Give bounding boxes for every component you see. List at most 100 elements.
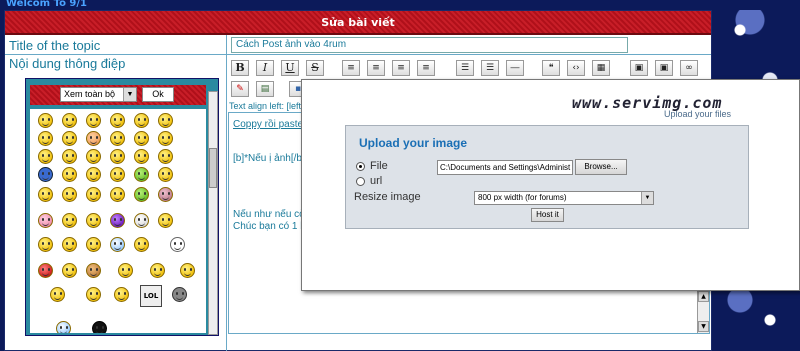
host-image-icon[interactable]: ▣ bbox=[655, 60, 673, 76]
pig-icon[interactable] bbox=[38, 213, 53, 228]
emoticon-category-value: Xem toàn bộ bbox=[64, 89, 116, 99]
lol-sign-icon[interactable]: LOL bbox=[140, 285, 162, 307]
emoticon-category-select[interactable]: Xem toàn bộ ▼ bbox=[60, 87, 137, 102]
smiley-icon[interactable] bbox=[62, 149, 77, 164]
smiley-icon[interactable] bbox=[134, 167, 149, 182]
smiley-icon[interactable] bbox=[62, 131, 77, 146]
smiley-icon[interactable] bbox=[158, 213, 173, 228]
code-icon[interactable]: ‹› bbox=[567, 60, 585, 76]
servimg-upload-popup: www.servimg.com Upload your files Upload… bbox=[301, 79, 800, 291]
smiley-icon[interactable] bbox=[134, 213, 149, 228]
file-path-input[interactable]: C:\Documents and Settings\Administ bbox=[437, 160, 573, 175]
bullet-list-icon[interactable]: ☰ bbox=[456, 60, 474, 76]
color-pencil-icon[interactable]: ✎ bbox=[231, 81, 249, 97]
resize-select[interactable]: 800 px width (for forums) ▼ bbox=[474, 191, 654, 205]
url-radio[interactable] bbox=[356, 177, 365, 186]
quote-icon[interactable]: ❝ bbox=[542, 60, 560, 76]
smiley-icon[interactable] bbox=[62, 213, 77, 228]
smiley-icon[interactable] bbox=[86, 187, 101, 202]
browse-button[interactable]: Browse... bbox=[575, 159, 627, 175]
smiley-icon[interactable] bbox=[110, 167, 125, 182]
url-label: url bbox=[370, 175, 383, 187]
smiley-icon[interactable] bbox=[118, 263, 133, 278]
pig-icon[interactable] bbox=[158, 187, 173, 202]
column-divider bbox=[226, 35, 227, 351]
emoticon-scrollbar[interactable] bbox=[208, 91, 218, 335]
smiley-icon[interactable] bbox=[134, 131, 149, 146]
lol-sign-label: LOL bbox=[143, 292, 159, 300]
smiley-icon[interactable] bbox=[62, 167, 77, 182]
smiley-icon[interactable] bbox=[38, 187, 53, 202]
film-icon[interactable]: ▤ bbox=[256, 81, 274, 97]
smiley-icon[interactable] bbox=[134, 113, 149, 128]
underline-button[interactable]: U bbox=[281, 60, 299, 76]
hand-icon[interactable] bbox=[170, 237, 185, 252]
editor-line: Coppy rồi paste bbox=[233, 119, 304, 130]
align-center-icon[interactable]: ≡ bbox=[367, 60, 385, 76]
sleep-icon[interactable] bbox=[110, 237, 125, 252]
smiley-icon[interactable] bbox=[150, 263, 165, 278]
smiley-icon[interactable] bbox=[134, 237, 149, 252]
file-label: File bbox=[370, 160, 388, 172]
smiley-icon[interactable] bbox=[62, 237, 77, 252]
smiley-icon[interactable] bbox=[134, 149, 149, 164]
link-icon[interactable]: ∞ bbox=[680, 60, 698, 76]
smiley-icon[interactable] bbox=[110, 149, 125, 164]
row-divider bbox=[5, 54, 711, 55]
smiley-icon[interactable] bbox=[158, 113, 173, 128]
upload-title: Upload your image bbox=[359, 136, 468, 150]
italic-button[interactable]: I bbox=[256, 60, 274, 76]
smiley-icon[interactable] bbox=[158, 131, 173, 146]
smiley-icon[interactable] bbox=[86, 131, 101, 146]
smiley-icon[interactable] bbox=[110, 131, 125, 146]
smiley-icon[interactable] bbox=[86, 287, 101, 302]
scroll-up-icon[interactable]: ▲ bbox=[698, 291, 709, 302]
reindeer-icon[interactable] bbox=[86, 263, 101, 278]
smiley-icon[interactable] bbox=[38, 113, 53, 128]
chevron-down-icon: ▼ bbox=[641, 192, 653, 204]
frog-icon[interactable] bbox=[134, 187, 149, 202]
smiley-icon[interactable] bbox=[86, 213, 101, 228]
smiley-icon[interactable] bbox=[110, 113, 125, 128]
topic-title-input[interactable]: Cách Post ảnh vào 4rum bbox=[231, 37, 628, 53]
host-it-button[interactable]: Host it bbox=[531, 208, 564, 222]
numbered-list-icon[interactable]: ☰ bbox=[481, 60, 499, 76]
smiley-icon[interactable] bbox=[62, 187, 77, 202]
strike-button[interactable]: S bbox=[306, 60, 324, 76]
smiley-icon[interactable] bbox=[92, 321, 107, 333]
smiley-icon[interactable] bbox=[86, 237, 101, 252]
horizontal-rule-icon[interactable]: ― bbox=[506, 60, 524, 76]
scrollbar-thumb[interactable] bbox=[209, 148, 217, 188]
smiley-icon[interactable] bbox=[86, 149, 101, 164]
editor-line: [b]*Nếu ị ảnh[/b bbox=[233, 153, 302, 164]
servimg-tagline: Upload your files bbox=[664, 109, 732, 119]
smiley-icon[interactable] bbox=[110, 187, 125, 202]
align-right-icon[interactable]: ≡ bbox=[392, 60, 410, 76]
site-title: Welcom To 9/1 bbox=[6, 0, 87, 9]
smiley-icon[interactable] bbox=[158, 149, 173, 164]
table-icon[interactable]: ▦ bbox=[592, 60, 610, 76]
smiley-icon[interactable] bbox=[110, 213, 125, 228]
smiley-icon[interactable] bbox=[38, 131, 53, 146]
image-icon[interactable]: ▣ bbox=[630, 60, 648, 76]
scroll-down-icon[interactable]: ▼ bbox=[698, 321, 709, 332]
smiley-icon[interactable] bbox=[38, 263, 53, 278]
smiley-icon[interactable] bbox=[180, 263, 195, 278]
smiley-icon[interactable] bbox=[86, 167, 101, 182]
file-radio[interactable] bbox=[356, 162, 365, 171]
smiley-icon[interactable] bbox=[86, 113, 101, 128]
smiley-icon[interactable] bbox=[38, 237, 53, 252]
smiley-icon[interactable] bbox=[158, 167, 173, 182]
bold-button[interactable]: B bbox=[231, 60, 249, 76]
smiley-icon[interactable] bbox=[62, 263, 77, 278]
emoticon-ok-button[interactable]: Ok bbox=[142, 87, 174, 102]
smiley-icon[interactable] bbox=[38, 149, 53, 164]
star-icon[interactable] bbox=[38, 167, 53, 182]
smiley-icon[interactable] bbox=[56, 321, 71, 333]
justify-icon[interactable]: ≡ bbox=[417, 60, 435, 76]
smiley-icon[interactable] bbox=[50, 287, 65, 302]
smiley-icon[interactable] bbox=[114, 287, 129, 302]
smiley-icon[interactable] bbox=[62, 113, 77, 128]
align-left-icon[interactable]: ≡ bbox=[342, 60, 360, 76]
smiley-icon[interactable] bbox=[172, 287, 187, 302]
